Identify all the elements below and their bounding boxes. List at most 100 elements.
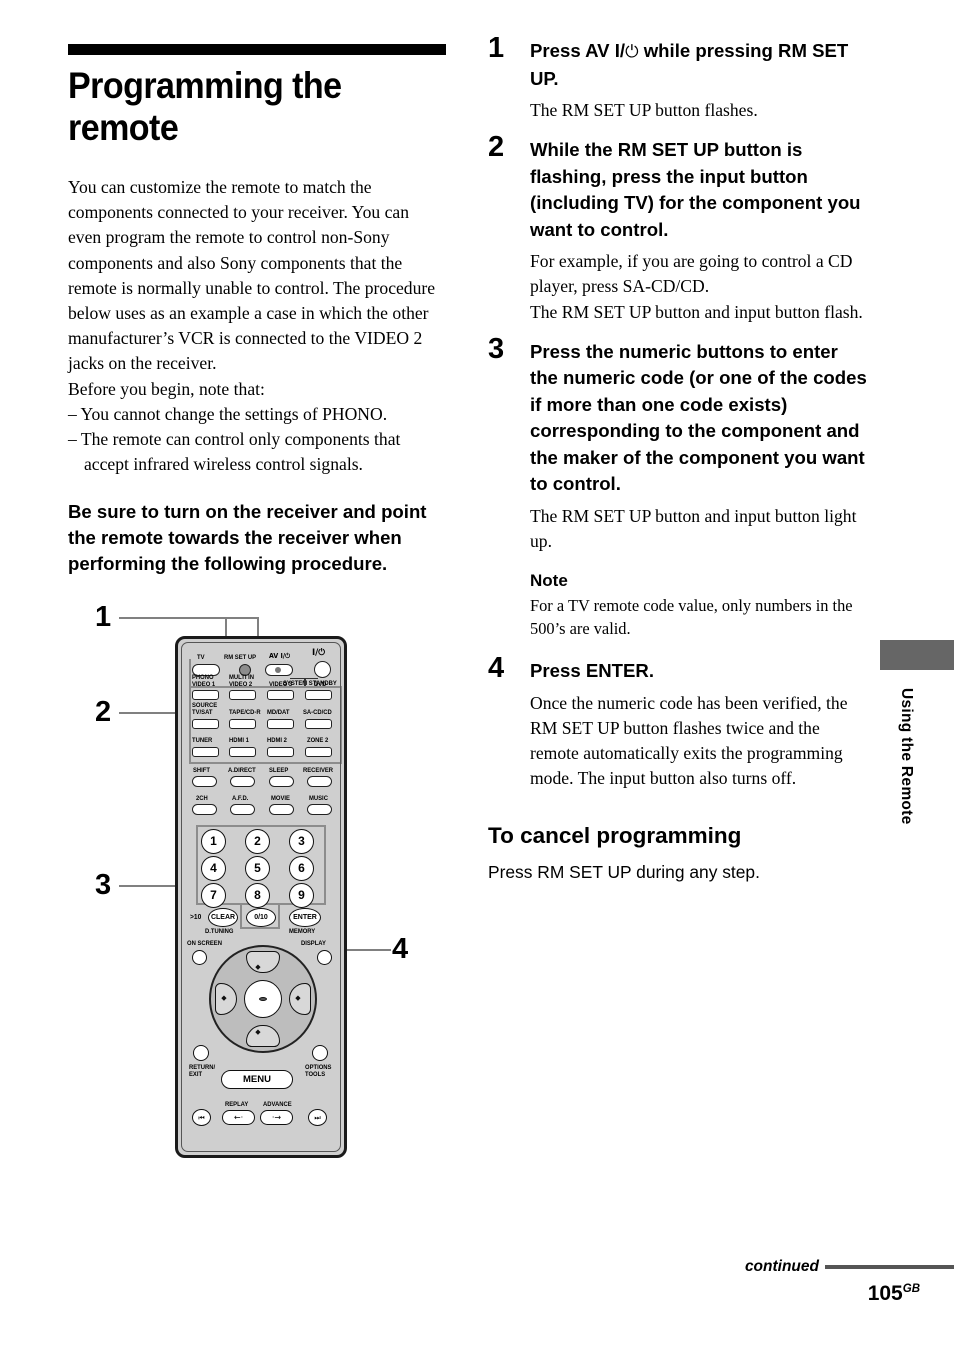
remote-button-6[interactable]: 6 — [289, 856, 314, 881]
remote-button-tvsat[interactable] — [192, 719, 219, 729]
navigation-wheel[interactable]: ◆ ◆ ◆ ◆ — [209, 945, 317, 1053]
note-text: For a TV remote code value, only numbers… — [530, 596, 853, 639]
remote-button-4[interactable]: 4 — [201, 856, 226, 881]
remote-label-phono-video1: PHONO VIDEO 1 — [192, 674, 216, 688]
remote-button-8[interactable]: 8 — [245, 883, 270, 908]
remote-button-video3[interactable] — [267, 690, 294, 700]
remote-button-enter[interactable]: ENTER — [289, 908, 321, 927]
remote-button-dvd[interactable] — [305, 690, 332, 700]
remote-label-video3: VIDEO 3 — [269, 681, 293, 688]
remote-button-menu[interactable]: MENU — [221, 1070, 293, 1089]
remote-button-2[interactable]: 2 — [245, 829, 270, 854]
remote-label-tuner: TUNER — [192, 737, 213, 744]
remote-button-replay[interactable]: ←· — [222, 1110, 255, 1125]
side-tab: Using the Remote — [880, 640, 954, 825]
remote-button-1[interactable]: 1 — [201, 829, 226, 854]
remote-button-tape-cdr[interactable] — [229, 719, 256, 729]
remote-button-3[interactable]: 3 — [289, 829, 314, 854]
remote-button-0-10[interactable]: 0/10 — [246, 908, 276, 927]
remote-button-hdmi2[interactable] — [267, 747, 294, 757]
remote-label-hdmi1: HDMI 1 — [229, 737, 249, 744]
remote-label-gt10: >10 — [190, 914, 202, 921]
step-heading: Press AV I/⏻ while pressing RM SET UP. — [530, 38, 870, 92]
remote-label-adirect: A.DIRECT — [228, 767, 256, 774]
remote-button-shift[interactable] — [192, 776, 217, 787]
remote-label-rm-set-up: RM SET UP — [224, 654, 257, 661]
remote-button-2ch[interactable] — [192, 804, 217, 815]
leader-line-1-span — [225, 617, 259, 619]
nav-up-arrow-icon: ◆ — [255, 963, 261, 971]
remote-label-display: DISPLAY — [301, 940, 326, 947]
remote-face: TV RM SET UP AV I/⏻ I/⏻ SYSTEM STANDBY P… — [184, 645, 342, 1149]
remote-button-previous[interactable]: ⏮ — [192, 1109, 211, 1126]
step-body: Once the numeric code has been verified,… — [530, 692, 848, 789]
cancel-section-heading: To cancel programming — [488, 822, 742, 848]
footer-continued-row: continued — [0, 1258, 954, 1276]
step-heading: While the RM SET UP button is flashing, … — [530, 139, 861, 240]
remote-button-music[interactable] — [307, 804, 332, 815]
page-footer: continued 105GB — [0, 1258, 954, 1306]
remote-button-9[interactable]: 9 — [289, 883, 314, 908]
step-heading-pre: Press AV I/ — [530, 40, 626, 61]
remote-button-display[interactable] — [317, 950, 332, 965]
remote-button-md-dat[interactable] — [267, 719, 294, 729]
bullet-item: – The remote can control only components… — [68, 429, 401, 475]
remote-control-illustration: TV RM SET UP AV I/⏻ I/⏻ SYSTEM STANDBY P… — [175, 636, 347, 1158]
step-number: 2 — [488, 131, 505, 164]
step-number: 3 — [488, 332, 505, 365]
page-number-value: 105 — [867, 1282, 903, 1305]
nav-down-arrow-icon: ◆ — [255, 1028, 261, 1036]
remote-button-movie[interactable] — [269, 804, 294, 815]
remote-label-afd: A.F.D. — [232, 795, 249, 802]
nav-left-arrow-icon: ◆ — [221, 994, 227, 1002]
remote-label-hdmi2: HDMI 2 — [267, 737, 287, 744]
remote-label-replay: REPLAY — [225, 1101, 249, 1108]
bold-notice: Be sure to turn on the receiver and poin… — [68, 501, 427, 574]
note-block: Note For a TV remote code value, only nu… — [530, 570, 870, 640]
step-heading: Press ENTER. — [530, 660, 655, 682]
remote-button-tuner[interactable] — [192, 747, 219, 757]
bullet-item: – You cannot change the settings of PHON… — [68, 403, 388, 424]
right-column: 1 Press AV I/⏻ while pressing RM SET UP.… — [488, 34, 870, 884]
note-title: Note — [530, 571, 568, 591]
remote-button-on-screen[interactable] — [192, 950, 207, 965]
page-title: Programming the remote — [68, 65, 342, 148]
remote-button-main-power[interactable] — [314, 661, 331, 678]
remote-label-shift: SHIFT — [193, 767, 210, 774]
callout-2: 2 — [95, 696, 112, 728]
page-number: 105GB — [0, 1282, 954, 1306]
remote-button-advance[interactable]: ·→ — [260, 1110, 293, 1125]
footer-rule — [825, 1265, 954, 1269]
title-rule — [68, 44, 446, 55]
remote-button-7[interactable]: 7 — [201, 883, 226, 908]
remote-button-sacd-cd[interactable] — [305, 719, 332, 729]
remote-button-hdmi1[interactable] — [229, 747, 256, 757]
remote-button-video2[interactable] — [229, 690, 256, 700]
remote-button-receiver[interactable] — [307, 776, 332, 787]
remote-button-clear[interactable]: CLEAR — [208, 908, 238, 927]
callout-4: 4 — [392, 933, 409, 965]
callout-3: 3 — [95, 869, 112, 901]
nav-down-button[interactable] — [246, 1025, 280, 1047]
step-4: 4 Press ENTER. Once the numeric code has… — [488, 654, 870, 791]
remote-button-options-tools[interactable] — [312, 1045, 328, 1061]
remote-label-return-exit: RETURN/ EXIT — [189, 1064, 216, 1078]
remote-button-next[interactable]: ⏭ — [308, 1109, 327, 1126]
remote-button-afd[interactable] — [230, 804, 255, 815]
remote-button-zone2[interactable] — [305, 747, 332, 757]
step-body: The RM SET UP button flashes. — [530, 100, 758, 120]
nav-center-dot — [259, 997, 267, 1001]
remote-button-5[interactable]: 5 — [245, 856, 270, 881]
standby-tick-h — [290, 678, 318, 679]
nav-up-button[interactable] — [246, 951, 280, 973]
remote-button-video1[interactable] — [192, 690, 219, 700]
remote-label-av-power: AV I/⏻ — [269, 652, 291, 660]
remote-label-d-tuning: D.TUNING — [205, 928, 234, 935]
remote-label-memory: MEMORY — [289, 928, 316, 935]
remote-button-return-exit[interactable] — [193, 1045, 209, 1061]
remote-button-av-power-dot — [275, 667, 281, 673]
remote-label-tvsat: TV/SAT — [192, 709, 213, 716]
remote-button-adirect[interactable] — [230, 776, 255, 787]
intro-text-block: You can customize the remote to match th… — [68, 175, 446, 477]
remote-button-sleep[interactable] — [269, 776, 294, 787]
